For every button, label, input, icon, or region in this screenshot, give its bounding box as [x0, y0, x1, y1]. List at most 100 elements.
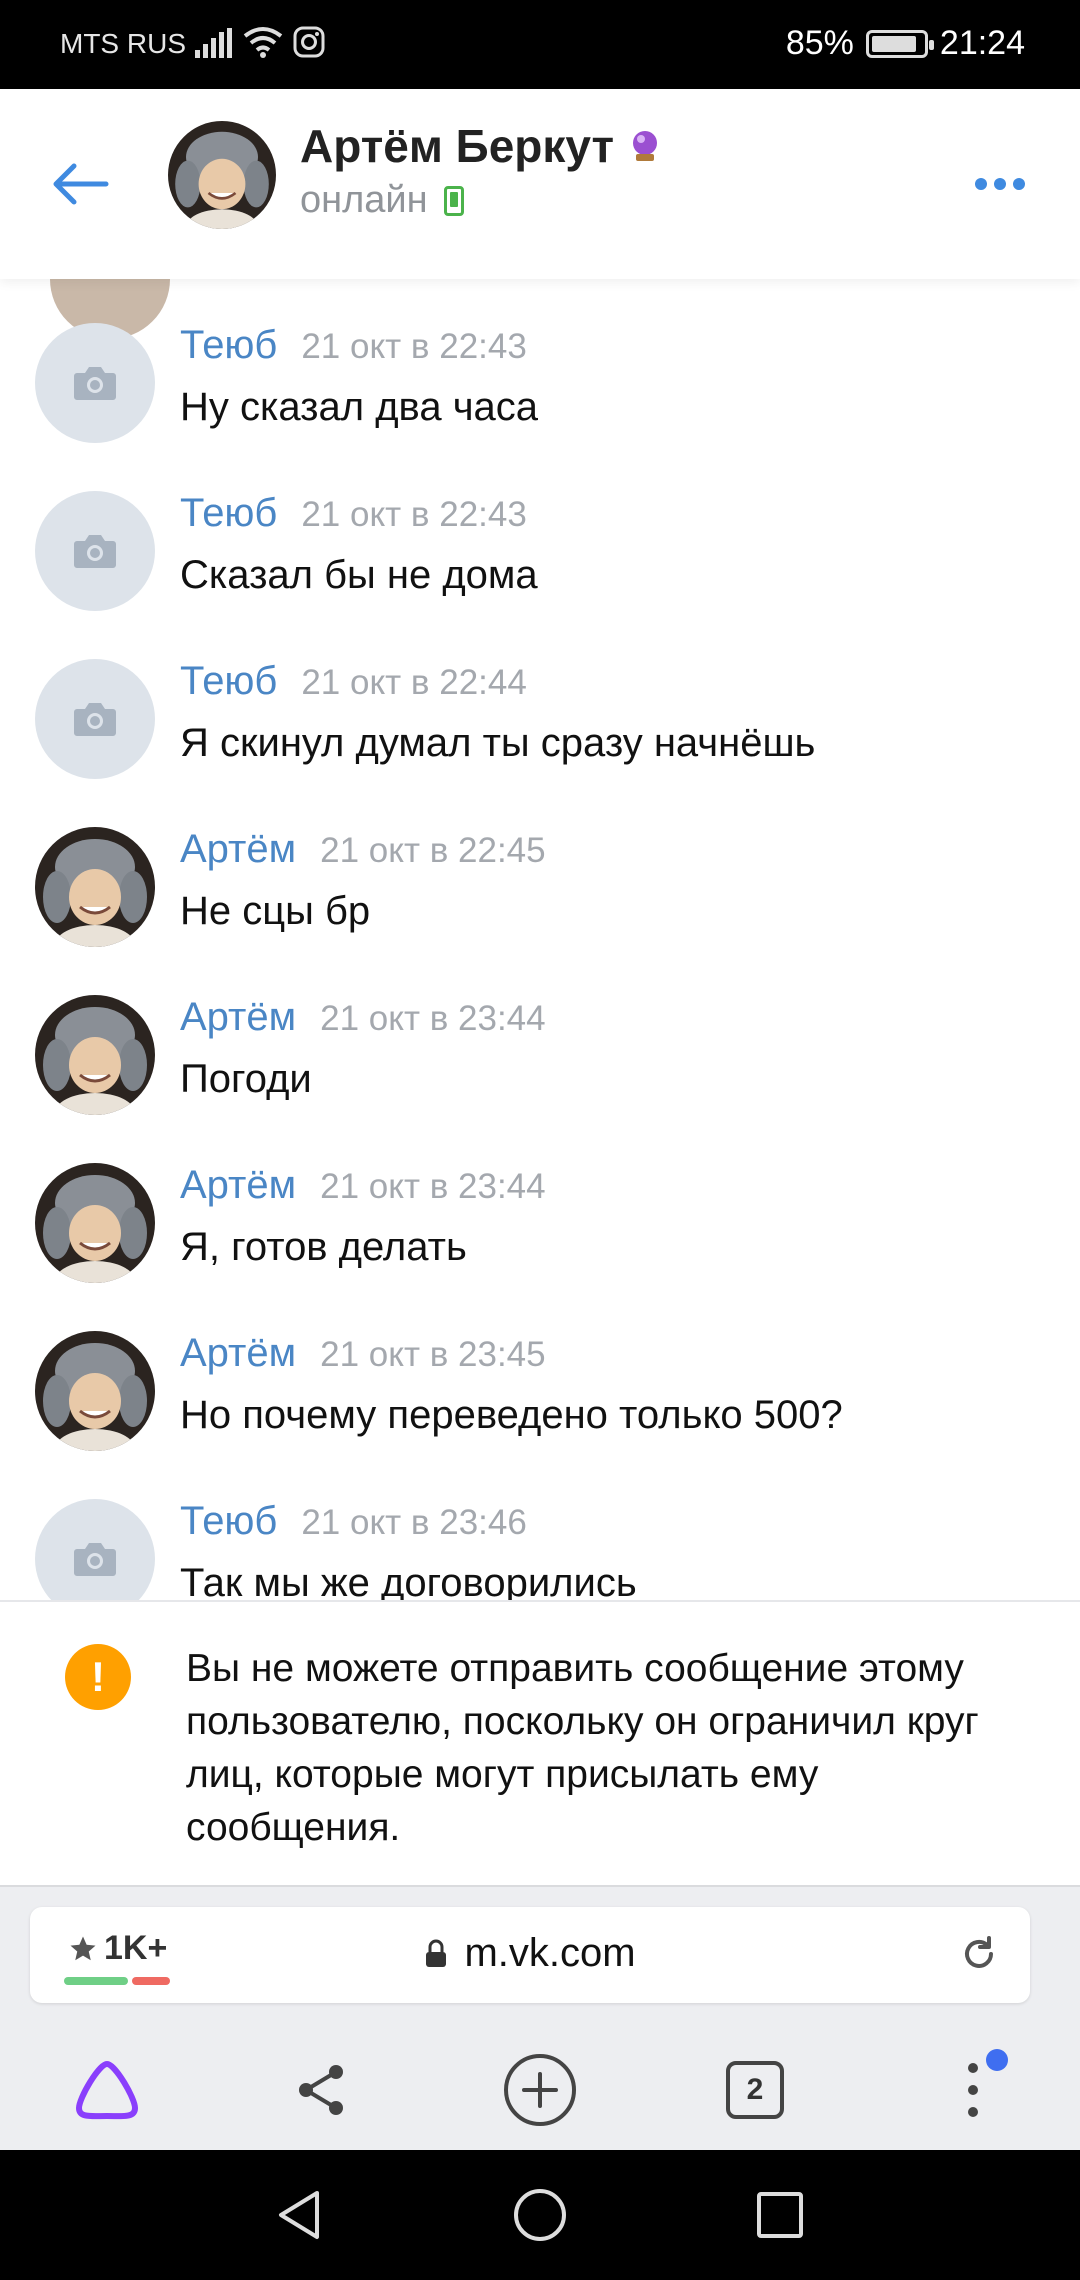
avatar[interactable]	[35, 995, 155, 1115]
message-author[interactable]: Артём	[180, 995, 296, 1040]
message-text: Я, готов делать	[180, 1225, 467, 1269]
message-author[interactable]: Артём	[180, 1331, 296, 1376]
instagram-icon	[293, 26, 325, 58]
rating-bar-negative	[132, 1977, 170, 1985]
share-icon	[299, 2065, 343, 2115]
clock: 21:24	[939, 24, 1025, 62]
message-text: Но почему переведено только 500?	[180, 1393, 843, 1437]
nav-home-button[interactable]	[505, 2180, 575, 2250]
signal-icon	[195, 28, 232, 58]
status-icons	[195, 26, 325, 58]
status-right: 85% 21:24	[786, 24, 1025, 63]
message-time: 21 окт в 22:44	[301, 663, 527, 702]
camera-icon	[74, 703, 116, 736]
avatar[interactable]	[35, 827, 155, 947]
avatar[interactable]	[35, 1163, 155, 1283]
message-author[interactable]: Теюб	[180, 323, 277, 368]
message-time: 21 окт в 23:44	[320, 1167, 546, 1206]
back-button[interactable]	[40, 144, 120, 224]
avatar-photo-icon	[35, 1163, 155, 1283]
message-meta: Артём 21 окт в 23:44	[180, 995, 546, 1040]
message-time: 21 окт в 23:45	[320, 1335, 546, 1374]
menu-button[interactable]	[928, 2045, 1018, 2135]
camera-icon	[74, 367, 116, 400]
message-author[interactable]: Теюб	[180, 1499, 277, 1544]
message-meta: Теюб 21 окт в 22:43	[180, 491, 527, 536]
contact-name[interactable]: Артём Беркут	[300, 119, 662, 173]
battery-percent: 85%	[785, 24, 854, 62]
avatar-photo-icon	[35, 995, 155, 1115]
message-meta: Теюб 21 окт в 22:44	[180, 659, 527, 704]
rating-bar-positive	[64, 1977, 128, 1985]
message-item[interactable]: Артём 21 окт в 22:45 Не сцы бр	[0, 797, 1080, 965]
message-time: 21 окт в 22:43	[301, 495, 527, 534]
avatar[interactable]	[35, 1331, 155, 1451]
url-bar[interactable]: 1K+ m.vk.com	[30, 1907, 1030, 2003]
warning-icon: !	[65, 1644, 131, 1710]
avatar[interactable]	[35, 491, 155, 611]
battery-icon	[865, 29, 934, 58]
avatar[interactable]	[168, 121, 276, 229]
tabs-button[interactable]: 2	[710, 2045, 800, 2135]
online-status-text: онлайн	[300, 179, 428, 221]
camera-icon	[74, 1543, 116, 1576]
reload-icon	[965, 1936, 993, 1968]
tabs-count: 2	[726, 2061, 784, 2119]
message-author[interactable]: Артём	[180, 1163, 296, 1208]
status-bar: MTS RUS 85% 21:24	[0, 0, 1080, 89]
wifi-icon	[243, 27, 283, 58]
dot-icon	[1013, 178, 1025, 190]
online-status: онлайн	[300, 179, 464, 222]
contact-name-text: Артём Беркут	[300, 120, 615, 172]
message-time: 21 окт в 23:46	[301, 1503, 527, 1542]
arrow-left-icon	[53, 163, 109, 205]
alice-button[interactable]	[62, 2045, 152, 2135]
dot-icon	[994, 178, 1006, 190]
message-list[interactable]: Теюб 21 окт в 22:43 Ну сказал два часа Теюб…	[0, 279, 1080, 1600]
notice-text: Вы не можете отправить сообщение этому п…	[186, 1647, 979, 1849]
message-text: Ну сказал два часа	[180, 385, 539, 429]
reload-button[interactable]	[954, 1929, 1004, 1979]
message-time: 21 окт в 23:44	[320, 999, 546, 1038]
message-item[interactable]: Теюб 21 окт в 22:43 Сказал бы не дома	[0, 461, 1080, 629]
message-item[interactable]: Теюб 21 окт в 23:46 Так мы же договорились	[0, 1469, 1080, 1600]
nav-back-button[interactable]	[265, 2180, 335, 2250]
carrier-label: MTS RUS	[60, 28, 186, 59]
message-author[interactable]: Теюб	[180, 659, 277, 704]
share-button[interactable]	[277, 2045, 367, 2135]
message-author[interactable]: Артём	[180, 827, 296, 872]
triangle-back-icon	[279, 2191, 319, 2239]
message-item[interactable]: Артём 21 окт в 23:44 Я, готов делать	[0, 1133, 1080, 1301]
message-meta: Теюб 21 окт в 23:46	[180, 1499, 527, 1544]
circle-home-icon	[514, 2189, 566, 2241]
nav-recents-button[interactable]	[745, 2180, 815, 2250]
avatar[interactable]	[35, 323, 155, 443]
message-time: 21 окт в 22:43	[301, 327, 527, 366]
avatar-photo-icon	[168, 121, 276, 229]
battery-fill	[871, 35, 916, 52]
message-author[interactable]: Теюб	[180, 491, 277, 536]
blocked-notice: ! Вы не можете отправить сообщение этому…	[0, 1600, 1080, 1885]
new-tab-button[interactable]	[495, 2045, 585, 2135]
message-item[interactable]: Артём 21 окт в 23:45 Но почему переведено …	[0, 1301, 1080, 1469]
rating-bars	[64, 1977, 170, 1985]
message-text: Так мы же договорились	[180, 1561, 637, 1600]
avatar[interactable]	[35, 1499, 155, 1600]
avatar-photo-icon	[35, 1331, 155, 1451]
browser-toolbar: 2	[0, 2027, 1080, 2147]
message-time: 21 окт в 22:45	[320, 831, 546, 870]
message-item[interactable]: Теюб 21 окт в 22:44 Я скинул думал ты сраз…	[0, 629, 1080, 797]
message-meta: Артём 21 окт в 23:44	[180, 1163, 546, 1208]
more-button[interactable]	[960, 154, 1040, 214]
lock-icon	[426, 1939, 447, 1967]
message-meta: Артём 21 окт в 23:45	[180, 1331, 546, 1376]
crystal-ball-icon	[633, 131, 658, 161]
message-meta: Артём 21 окт в 22:45	[180, 827, 546, 872]
url-field[interactable]: m.vk.com	[30, 1931, 1030, 1976]
message-item[interactable]: Теюб 21 окт в 22:43 Ну сказал два часа	[0, 293, 1080, 461]
browser-bar: 1K+ m.vk.com 2	[0, 1885, 1080, 2150]
message-item[interactable]: Артём 21 окт в 23:44 Погоди	[0, 965, 1080, 1133]
plus-circle-icon	[504, 2054, 576, 2126]
avatar[interactable]	[35, 659, 155, 779]
square-recents-icon	[757, 2192, 803, 2238]
